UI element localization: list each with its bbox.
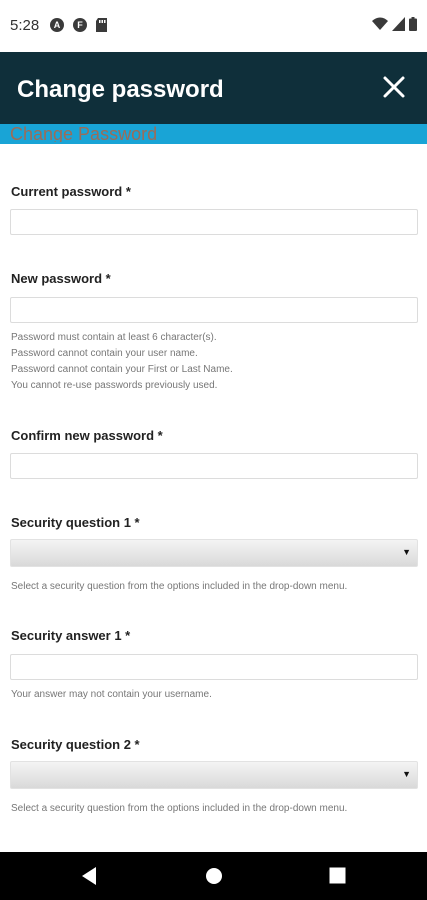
dropdown-arrow-icon: ▼ <box>402 547 411 557</box>
battery-icon <box>409 17 417 36</box>
a-circle-icon: A <box>50 18 64 32</box>
password-rules: Password must contain at least 6 charact… <box>11 330 233 394</box>
back-button[interactable] <box>80 866 98 891</box>
security-question-2-label: Security question 2 * <box>11 737 140 752</box>
home-button[interactable] <box>205 867 223 890</box>
back-icon <box>82 867 96 885</box>
page-title: Change password <box>17 76 224 103</box>
status-time: 5:28 <box>10 17 40 34</box>
new-password-field[interactable] <box>10 297 418 323</box>
home-icon <box>206 868 222 884</box>
new-password-label: New password * <box>11 271 111 286</box>
dropdown-arrow-icon: ▼ <box>402 769 411 779</box>
password-rule: Password cannot contain your user name. <box>11 348 198 359</box>
security-question-1-select[interactable]: ▼ <box>10 539 418 567</box>
security-question-1-label: Security question 1 * <box>11 515 140 530</box>
security-question-2-select[interactable]: ▼ <box>10 761 418 789</box>
status-bar: 5:28 A F <box>0 0 427 52</box>
security-answer-1-field[interactable] <box>10 654 418 680</box>
wifi-icon <box>372 17 388 36</box>
password-rule: Password must contain at least 6 charact… <box>11 332 217 343</box>
app-header: Change password <box>0 52 427 124</box>
cell-signal-icon <box>392 17 405 36</box>
security-answer-1-label: Security answer 1 * <box>11 628 131 643</box>
confirm-password-label: Confirm new password * <box>11 428 163 443</box>
section-title: Change Password <box>10 124 158 142</box>
current-password-field[interactable] <box>10 209 418 235</box>
close-icon <box>383 76 405 98</box>
f-circle-icon: F <box>73 18 87 32</box>
security-question-2-help: Select a security question from the opti… <box>11 803 348 814</box>
sd-card-icon <box>96 18 107 37</box>
close-button[interactable] <box>381 74 407 100</box>
navigation-bar <box>0 852 427 900</box>
security-answer-1-help: Your answer may not contain your usernam… <box>11 689 212 700</box>
current-password-label: Current password * <box>11 184 131 199</box>
security-question-1-help: Select a security question from the opti… <box>11 581 348 592</box>
confirm-password-field[interactable] <box>10 453 418 479</box>
password-rule: You cannot re-use passwords previously u… <box>11 380 218 391</box>
password-rule: Password cannot contain your First or La… <box>11 364 233 375</box>
recents-button[interactable] <box>329 867 346 889</box>
recents-icon <box>329 867 346 884</box>
